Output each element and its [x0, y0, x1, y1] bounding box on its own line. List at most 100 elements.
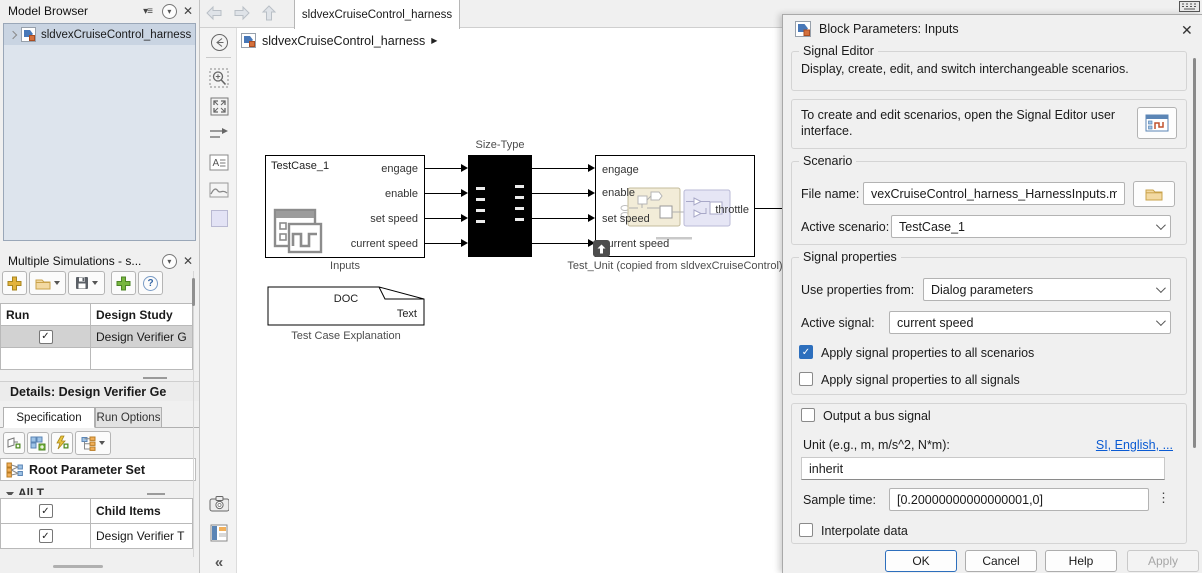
chevron-down-icon	[1156, 316, 1166, 326]
add-fault-button[interactable]	[51, 432, 73, 454]
root-parameter-set-row[interactable]: Root Parameter Set	[0, 458, 196, 481]
multi-sim-close-icon[interactable]: ✕	[177, 254, 199, 268]
back-circle-button[interactable]	[209, 32, 229, 52]
panel-minimize-icon[interactable]: ▾	[162, 4, 177, 19]
splitter-handle[interactable]	[143, 377, 167, 379]
doc-block[interactable]: DOC Text	[267, 286, 425, 326]
view-options-dropdown-icon[interactable]	[99, 441, 105, 445]
launch-signal-editor-button[interactable]	[1137, 107, 1177, 139]
view-options-button[interactable]	[75, 431, 111, 455]
browse-file-button[interactable]	[1133, 181, 1175, 207]
sample-time-kebab-icon[interactable]: ⋮	[1153, 489, 1174, 507]
table-row[interactable]: ✓ Design Verifier G	[1, 326, 193, 348]
dialog-close-icon[interactable]: ✕	[1179, 20, 1195, 41]
test-unit-block[interactable]: engage enable set speed current speed th…	[595, 155, 755, 257]
unit-link[interactable]: SI, English, ...	[1083, 438, 1173, 452]
inputs-block-label: Inputs	[265, 260, 425, 272]
size-type-label: Size-Type	[440, 139, 560, 151]
file-name-input[interactable]: vexCruiseControl_harness_HarnessInputs.m…	[863, 182, 1125, 205]
back-arrow-icon[interactable]	[204, 4, 224, 22]
add-table-button[interactable]	[27, 432, 49, 454]
open-button[interactable]	[29, 271, 66, 295]
tab-run-options[interactable]: Run Options	[95, 407, 162, 428]
apply-button[interactable]: Apply	[1127, 550, 1199, 572]
nav-arrows	[204, 4, 278, 22]
model-browser-title: Model Browser	[8, 4, 88, 18]
output-bus-checkbox[interactable]	[801, 408, 815, 422]
breadcrumb-item[interactable]: sldvexCruiseControl_harness	[262, 34, 425, 48]
forward-arrow-icon[interactable]	[232, 4, 252, 22]
multi-sim-minimize-icon[interactable]: ▾	[162, 254, 177, 269]
port-label: engage	[381, 163, 418, 175]
harness-badge[interactable]	[593, 240, 610, 257]
ok-button[interactable]: OK	[885, 550, 957, 572]
back-circle-icon	[210, 33, 229, 52]
use-properties-dropdown[interactable]: Dialog parameters	[923, 278, 1171, 301]
open-dropdown-icon[interactable]	[54, 281, 60, 285]
tree-expand-icon[interactable]	[9, 30, 17, 38]
breadcrumb-caret-icon[interactable]: ▶	[431, 36, 437, 45]
help-button[interactable]: ?	[138, 271, 163, 295]
table-row[interactable]: ✓ Design Verifier T	[1, 524, 193, 549]
size-type-block[interactable]	[468, 155, 532, 257]
h-scrollbar-thumb[interactable]	[53, 565, 103, 568]
port-label: set speed	[370, 213, 418, 225]
up-arrow-icon[interactable]	[260, 4, 278, 22]
table-row-empty[interactable]	[1, 348, 193, 370]
add-parameter-button[interactable]	[3, 432, 25, 454]
active-signal-dropdown[interactable]: current speed	[889, 311, 1171, 334]
add-design-study-button[interactable]	[2, 271, 27, 295]
run-checkbox[interactable]: ✓	[39, 330, 53, 344]
splitter-handle-2[interactable]	[147, 493, 165, 495]
sample-time-input[interactable]: [0.20000000000000001,0]	[889, 488, 1149, 511]
gold-plus-icon	[7, 276, 22, 291]
unit-input[interactable]: inherit	[801, 457, 1165, 480]
model-browser-close-icon[interactable]: ✕	[177, 4, 199, 18]
v-scrollbar-thumb[interactable]	[192, 278, 195, 306]
interpolate-checkbox[interactable]	[799, 523, 813, 537]
multi-sim-toolbar: ?	[2, 271, 163, 295]
route-signals-button[interactable]	[209, 124, 229, 144]
fit-view-button[interactable]	[209, 96, 229, 116]
tree-item-model[interactable]: sldvexCruiseControl_harness	[4, 24, 195, 45]
design-study-table: Run Design Study ✓ Design Verifier G	[0, 303, 193, 370]
save-dropdown-icon[interactable]	[92, 281, 98, 285]
left-panel-column: Model Browser ▾≡ ▾ ✕ sldvexCruiseControl…	[0, 0, 200, 573]
panel-menu-icon[interactable]: ▾≡	[143, 6, 152, 17]
apply-all-scenarios-checkbox[interactable]: ✓	[799, 345, 813, 359]
annotation-button[interactable]: A	[209, 152, 229, 172]
caret-down-icon	[6, 492, 14, 495]
area-button[interactable]	[209, 208, 229, 228]
unit-label: Unit (e.g., m, m/s^2, N*m):	[803, 438, 950, 452]
test-unit-label: Test_Unit (copied from sldvexCruiseContr…	[535, 260, 815, 272]
keyboard-icon[interactable]	[1179, 1, 1200, 12]
cancel-button[interactable]: Cancel	[965, 550, 1037, 572]
dialog-scrollbar-thumb[interactable]	[1193, 58, 1196, 448]
schedule-editor-button[interactable]	[209, 523, 229, 543]
inputs-block[interactable]: TestCase_1 engage enable set speed curre…	[265, 155, 425, 258]
active-scenario-dropdown[interactable]: TestCase_1	[891, 215, 1171, 238]
add-grid-icon	[30, 435, 46, 451]
zoom-button[interactable]	[209, 68, 229, 88]
collapse-button[interactable]: «	[209, 552, 229, 572]
apply-all-signals-checkbox[interactable]	[799, 372, 813, 386]
palette-toolbar: A «	[200, 28, 237, 573]
save-button[interactable]	[68, 271, 105, 295]
port-label: current speed	[602, 238, 669, 250]
child-items-table: ✓ Child Items ✓ Design Verifier T	[0, 498, 193, 549]
help-button[interactable]: Help	[1045, 550, 1117, 572]
model-tab[interactable]: sldvexCruiseControl_harness	[294, 0, 460, 29]
port-label: engage	[602, 164, 639, 176]
wire	[532, 193, 588, 194]
multi-sim-titlebar: Multiple Simulations - s... ▾ ✕	[0, 250, 199, 272]
child-items-checkbox[interactable]: ✓	[39, 504, 53, 518]
wire-arrow	[461, 239, 468, 247]
table-row[interactable]: ✓ Child Items	[1, 499, 193, 524]
image-button[interactable]	[209, 180, 229, 200]
details-tabbar: Specification Run Options	[0, 405, 199, 428]
add-step-button[interactable]	[111, 271, 136, 295]
port-label: current speed	[351, 238, 418, 250]
screenshot-button[interactable]	[209, 493, 229, 513]
design-verifier-checkbox[interactable]: ✓	[39, 529, 53, 543]
tab-specification[interactable]: Specification	[3, 407, 95, 428]
